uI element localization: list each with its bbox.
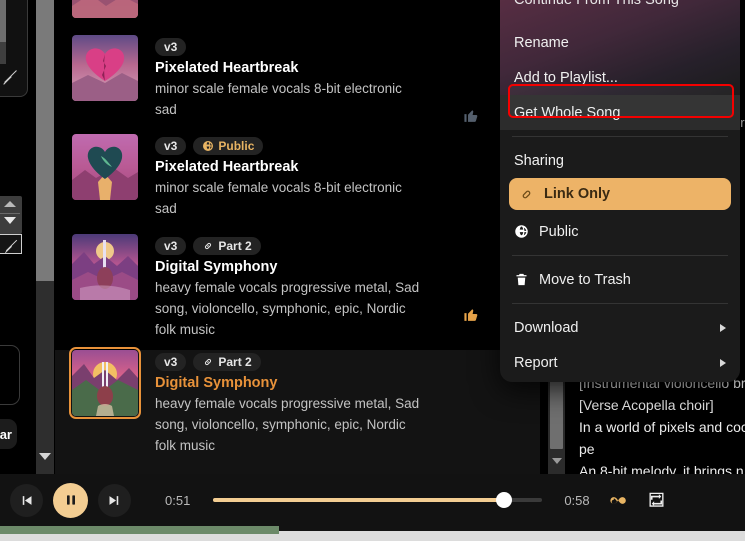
repeat-toggle-button[interactable] xyxy=(647,491,666,510)
song-artwork[interactable] xyxy=(72,35,138,101)
global-scrollbar-thumb[interactable] xyxy=(36,0,54,281)
globe-icon xyxy=(203,140,214,151)
lyrics-line: An 8-bit melody, it brings n xyxy=(579,463,744,474)
pause-icon xyxy=(66,495,75,505)
list-item[interactable]: v3 Public Pixelated Heartbreak minor sca… xyxy=(55,134,540,321)
song-artwork[interactable] xyxy=(69,347,141,419)
host-pill-button[interactable]: ar xyxy=(0,419,17,449)
progress-fill xyxy=(213,498,505,502)
chevron-right-icon xyxy=(720,358,726,367)
song-artwork[interactable] xyxy=(72,234,138,300)
menu-item-report[interactable]: Report xyxy=(500,345,740,380)
song-title[interactable]: Digital Symphony xyxy=(155,258,540,277)
menu-item-continue-from-this-song[interactable]: Continue From This Song xyxy=(500,0,740,17)
host-swatch-dark xyxy=(0,42,6,64)
skip-previous-icon xyxy=(22,495,32,505)
menu-item-move-to-trash[interactable]: Move to Trash xyxy=(500,262,740,297)
host-swatch-gray xyxy=(0,0,6,42)
song-title[interactable]: Digital Symphony xyxy=(155,374,540,393)
menu-item-label: Report xyxy=(514,354,558,371)
list-item[interactable]: v3 Part 2 Digital Symphony heavy female … xyxy=(55,234,540,340)
song-tags: heavy female vocals progressive metal, S… xyxy=(155,280,420,337)
globe-icon xyxy=(515,225,528,238)
song-title[interactable]: Pixelated Heartbreak xyxy=(155,158,540,177)
version-badge: v3 xyxy=(155,136,187,155)
os-strip-green xyxy=(0,526,279,534)
song-context-menu[interactable]: Continue From This Song Rename Add to Pl… xyxy=(500,0,740,382)
menu-item-rename[interactable]: Rename xyxy=(500,25,740,60)
list-item[interactable]: v3 Pixelated Heartbreak minor scale fema… xyxy=(55,35,540,122)
link-icon xyxy=(522,190,531,198)
menu-item-label: Download xyxy=(514,319,579,336)
song-tags: heavy female vocals progressive metal, S… xyxy=(155,396,420,453)
visibility-badge[interactable]: Public xyxy=(193,136,264,155)
chevron-right-icon xyxy=(720,323,726,332)
menu-item-label: Continue From This Song xyxy=(514,0,679,8)
infinity-icon xyxy=(609,496,626,504)
visibility-badge-label: Public xyxy=(218,138,255,153)
progress-bar[interactable] xyxy=(213,492,543,508)
menu-item-label: Link Only xyxy=(544,186,611,202)
next-track-button[interactable] xyxy=(98,483,131,517)
player-bar[interactable]: 0:51 0:58 xyxy=(0,474,745,526)
version-badge: v3 xyxy=(155,236,187,255)
app-root: ar [Instrumental violoncello bri [Verse … xyxy=(0,0,745,541)
os-strip-light-left xyxy=(0,534,279,541)
menu-divider xyxy=(512,255,728,256)
menu-item-download[interactable]: Download xyxy=(500,310,740,345)
link-icon xyxy=(205,358,212,365)
list-item[interactable]: v3 Part 2 Digital Symphony heavy female … xyxy=(55,347,540,474)
lyrics-line: In a world of pixels and coc xyxy=(579,419,745,435)
song-artwork[interactable] xyxy=(72,0,138,18)
skip-next-icon xyxy=(109,495,119,505)
part-badge-label: Part 2 xyxy=(218,354,252,369)
song-list[interactable]: upbeat female vocals 8-bit electronic xyxy=(55,0,540,474)
menu-item-label: Move to Trash xyxy=(539,271,631,288)
total-time-label: 0:58 xyxy=(564,492,590,508)
song-tags: minor scale female vocals 8-bit electron… xyxy=(155,180,402,216)
play-pause-button[interactable] xyxy=(53,482,88,518)
stepper-control[interactable] xyxy=(0,196,22,234)
trash-icon xyxy=(516,273,527,286)
thumbs-up-icon[interactable] xyxy=(463,107,480,124)
stepper-up-icon[interactable] xyxy=(4,201,16,207)
menu-item-sharing[interactable]: Sharing xyxy=(500,143,740,178)
highlight-annotation-box xyxy=(508,84,734,118)
song-title[interactable]: Pixelated Heartbreak xyxy=(155,59,540,78)
host-panel-lower xyxy=(0,345,20,405)
menu-item-public[interactable]: Public xyxy=(500,214,740,249)
part-badge[interactable]: Part 2 xyxy=(193,352,261,371)
list-item[interactable]: upbeat female vocals 8-bit electronic xyxy=(55,0,540,18)
list-scrollbar-down-arrow[interactable] xyxy=(548,452,565,470)
link-icon xyxy=(205,242,212,249)
lyrics-line: pe xyxy=(579,441,595,457)
version-badge: v3 xyxy=(155,352,187,371)
previous-track-button[interactable] xyxy=(10,483,43,517)
loop-toggle-button[interactable] xyxy=(609,491,628,510)
current-time-label: 0:51 xyxy=(165,492,191,508)
song-tags: minor scale female vocals 8-bit electron… xyxy=(155,81,402,117)
host-left-chrome: ar xyxy=(0,0,55,525)
lyrics-line: [Verse Acopella choir] xyxy=(579,397,714,413)
repeat-icon xyxy=(649,492,664,507)
song-artwork[interactable] xyxy=(72,134,138,200)
menu-item-label: Public xyxy=(539,223,579,240)
menu-item-label: Rename xyxy=(514,34,569,51)
part-badge-label: Part 2 xyxy=(218,238,252,253)
version-badge: v3 xyxy=(155,37,187,56)
part-badge[interactable]: Part 2 xyxy=(193,236,261,255)
resize-grip-icon-2[interactable] xyxy=(4,238,22,252)
resize-grip-icon[interactable] xyxy=(2,68,20,84)
os-strip-light-right xyxy=(279,531,745,541)
menu-divider xyxy=(512,303,728,304)
menu-divider xyxy=(512,136,728,137)
menu-item-link-only[interactable]: Link Only xyxy=(509,178,731,210)
stepper-divider xyxy=(0,213,20,214)
menu-item-label: Sharing xyxy=(514,152,564,169)
stepper-down-icon[interactable] xyxy=(4,217,16,224)
progress-knob[interactable] xyxy=(496,492,513,508)
global-scrollbar-down-arrow[interactable] xyxy=(36,448,54,464)
